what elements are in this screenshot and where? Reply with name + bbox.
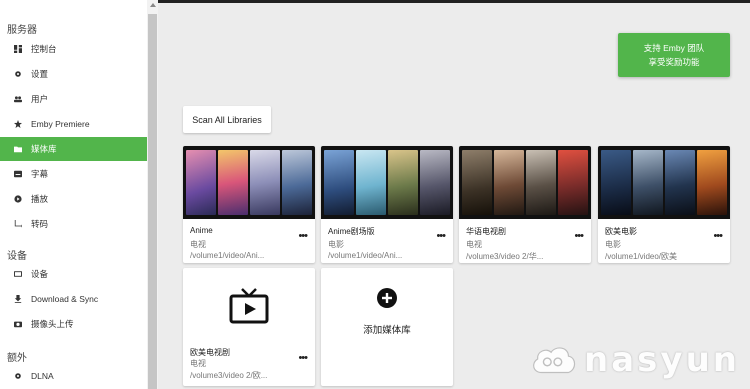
more-options-icon[interactable]: ••• bbox=[713, 230, 723, 242]
support-emby-button[interactable]: 支持 Emby 团队 享受奖励功能 bbox=[618, 33, 730, 77]
library-title: Anime bbox=[190, 226, 213, 235]
more-options-icon[interactable]: ••• bbox=[298, 352, 308, 364]
library-title: 欧美电视剧 bbox=[190, 348, 230, 357]
header-bar bbox=[158, 0, 750, 3]
add-library-label: 添加媒体库 bbox=[363, 325, 411, 336]
watermark-text: nasyun bbox=[584, 340, 740, 380]
sidebar-item-label: 设备 bbox=[31, 269, 49, 279]
library-card-anime-movies[interactable]: Anime剧场版 电影 /volume1/video/Ani... ••• bbox=[321, 146, 453, 263]
sidebar-item-devices[interactable]: 设备 bbox=[0, 262, 147, 286]
sidebar-item-label: Download & Sync bbox=[31, 294, 99, 304]
library-title: Anime剧场版 bbox=[328, 227, 375, 236]
people-icon bbox=[13, 94, 23, 104]
library-thumbnail[interactable] bbox=[321, 146, 453, 219]
sidebar-item-camera-upload[interactable]: 摄像头上传 bbox=[0, 312, 147, 336]
sidebar-item-library[interactable]: 媒体库 bbox=[0, 137, 147, 161]
subtitles-icon bbox=[13, 169, 23, 179]
star-icon bbox=[13, 119, 23, 129]
section-header-devices: 设备 bbox=[7, 251, 27, 262]
library-thumbnail[interactable] bbox=[183, 146, 315, 219]
support-line2: 享受奖励功能 bbox=[648, 57, 700, 67]
library-card-anime[interactable]: Anime 电视 /volume1/video/Ani... ••• bbox=[183, 146, 315, 263]
sidebar-item-dlna[interactable]: DLNA bbox=[0, 364, 147, 388]
sidebar-item-label: Emby Premiere bbox=[31, 119, 90, 129]
library-path: /volume3/video 2/欧... bbox=[190, 371, 268, 380]
library-title: 欧美电影 bbox=[605, 227, 637, 236]
library-type: 电视 bbox=[466, 240, 482, 249]
sidebar-item-dashboard[interactable]: 控制台 bbox=[0, 37, 147, 61]
sidebar-item-label: 用户 bbox=[31, 94, 49, 104]
add-icon bbox=[377, 288, 397, 308]
sidebar-item-label: 摄像头上传 bbox=[31, 319, 74, 329]
watermark: nasyun bbox=[530, 335, 740, 385]
gear-icon bbox=[13, 69, 23, 79]
library-type: 电影 bbox=[328, 240, 344, 249]
transcode-icon bbox=[13, 219, 23, 229]
settings-icon bbox=[13, 371, 23, 381]
download-icon bbox=[13, 294, 23, 304]
sidebar-item-download-sync[interactable]: Download & Sync bbox=[0, 287, 147, 311]
sidebar-item-subtitles[interactable]: 字幕 bbox=[0, 162, 147, 186]
sidebar-item-playback[interactable]: 播放 bbox=[0, 187, 147, 211]
scan-all-libraries-button[interactable]: Scan All Libraries bbox=[183, 106, 271, 133]
sidebar-item-label: DLNA bbox=[31, 371, 54, 381]
library-thumbnail[interactable] bbox=[598, 146, 730, 219]
library-type: 电视 bbox=[190, 359, 206, 368]
sidebar-scrollbar[interactable] bbox=[147, 0, 158, 389]
sidebar-item-transcode[interactable]: 转码 bbox=[0, 212, 147, 236]
library-card-chinese-tv[interactable]: 华语电视剧 电视 /volume3/video 2/华... ••• bbox=[459, 146, 591, 263]
scroll-up-icon[interactable] bbox=[150, 3, 156, 7]
library-path: /volume1/video/Ani... bbox=[328, 251, 403, 260]
more-options-icon[interactable]: ••• bbox=[298, 230, 308, 242]
more-options-icon[interactable]: ••• bbox=[436, 230, 446, 242]
library-path: /volume1/video/欧美 bbox=[605, 252, 678, 261]
sidebar-item-label: 播放 bbox=[31, 194, 49, 204]
scrollbar-thumb[interactable] bbox=[148, 14, 157, 389]
sidebar-item-label: 媒体库 bbox=[31, 144, 57, 154]
library-card-western-movies[interactable]: 欧美电影 电影 /volume1/video/欧美 ••• bbox=[598, 146, 730, 263]
sidebar-item-label: 字幕 bbox=[31, 169, 49, 179]
sidebar-item-users[interactable]: 用户 bbox=[0, 87, 147, 111]
library-type: 电影 bbox=[605, 240, 621, 249]
sidebar: 服务器 控制台 设置 用户 Emby Premiere 媒体库 字幕 播放 转码… bbox=[0, 0, 158, 389]
folder-icon bbox=[13, 144, 23, 154]
library-type: 电视 bbox=[190, 240, 206, 249]
more-options-icon[interactable]: ••• bbox=[574, 230, 584, 242]
dashboard-icon bbox=[13, 44, 23, 54]
library-thumbnail[interactable] bbox=[459, 146, 591, 219]
cloud-logo-icon bbox=[533, 347, 576, 374]
sidebar-item-label: 设置 bbox=[31, 69, 49, 79]
sidebar-item-emby-premiere[interactable]: Emby Premiere bbox=[0, 112, 147, 136]
library-path: /volume1/video/Ani... bbox=[190, 251, 265, 260]
library-card-western-tv[interactable]: 欧美电视剧 电视 /volume3/video 2/欧... ••• bbox=[183, 268, 315, 386]
library-path: /volume3/video 2/华... bbox=[466, 252, 544, 261]
sidebar-item-label: 控制台 bbox=[31, 44, 57, 54]
support-line1: 支持 Emby 团队 bbox=[643, 43, 705, 53]
tv-icon bbox=[229, 288, 269, 324]
library-title: 华语电视剧 bbox=[466, 227, 506, 236]
play-circle-icon bbox=[13, 194, 23, 204]
camera-icon bbox=[13, 319, 23, 329]
sidebar-item-settings[interactable]: 设置 bbox=[0, 62, 147, 86]
section-header-extras: 额外 bbox=[7, 353, 27, 364]
add-library-card[interactable]: 添加媒体库 bbox=[321, 268, 453, 386]
section-header-server: 服务器 bbox=[7, 25, 37, 36]
sidebar-item-label: 转码 bbox=[31, 219, 49, 229]
device-icon bbox=[13, 269, 23, 279]
